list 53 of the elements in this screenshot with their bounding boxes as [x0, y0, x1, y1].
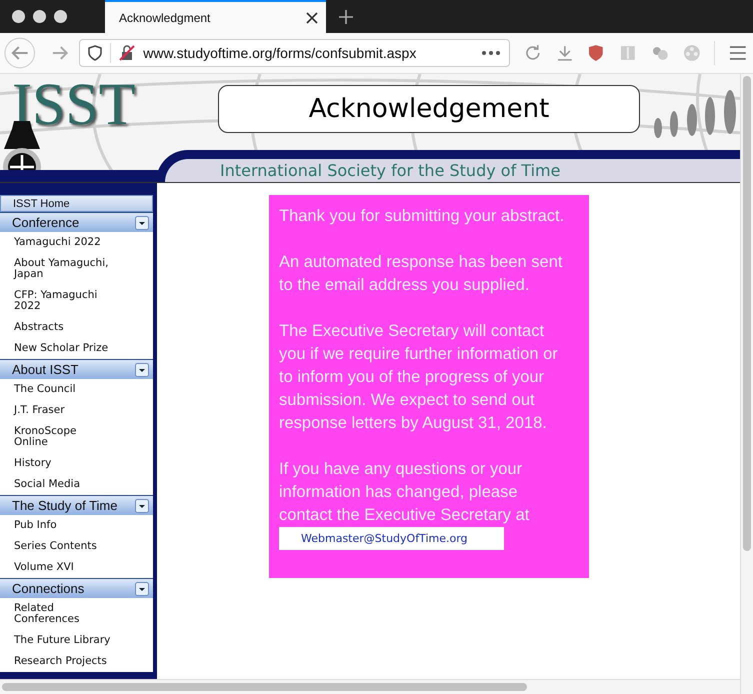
download-icon[interactable]: [556, 44, 574, 62]
more-icon[interactable]: [480, 50, 501, 56]
dropdown-icon[interactable]: [135, 216, 149, 230]
window-close-button[interactable]: [12, 10, 25, 23]
message-text: The Executive Secretary will contact you if we require further information or to inform you of the progress of your submission. We expect to send out response letters by August 31, 2018.: [279, 321, 559, 434]
site-subtitle: International Society for the Study of Time: [220, 161, 560, 180]
dropdown-icon[interactable]: [135, 582, 149, 596]
shield-icon[interactable]: [88, 45, 102, 61]
section-header[interactable]: About ISST: [0, 359, 153, 380]
nav-link[interactable]: History: [0, 453, 153, 474]
section-header[interactable]: The Study of Time: [0, 495, 153, 516]
nav-link[interactable]: CFP: Yamaguchi 2022: [0, 285, 153, 318]
nav-link[interactable]: New Scholar Prize: [0, 338, 153, 360]
site-logo[interactable]: ISST: [12, 74, 136, 134]
address-bar[interactable]: www.studyoftime.org/forms/confsubmit.aspx: [79, 39, 510, 67]
section-title[interactable]: Connections: [12, 581, 84, 596]
nav-link[interactable]: The Future Library: [0, 630, 153, 652]
nav-link[interactable]: The Council: [0, 379, 153, 400]
nav-link[interactable]: Social Media: [0, 474, 153, 496]
dropdown-icon[interactable]: [135, 362, 149, 377]
window-zoom-button[interactable]: [54, 10, 67, 23]
nav-link[interactable]: Related Conferences: [0, 598, 153, 630]
insecure-lock-icon[interactable]: [119, 45, 136, 61]
section-header[interactable]: Connections: [0, 578, 153, 598]
nav-link[interactable]: Volume XVI: [0, 557, 153, 578]
section-title[interactable]: About ISST: [12, 362, 78, 378]
nav-link[interactable]: Research Projects: [0, 651, 153, 672]
reload-icon[interactable]: [524, 44, 542, 62]
nav-link[interactable]: KronoScope Online: [0, 421, 153, 454]
browser-tab[interactable]: Acknowledgment: [105, 0, 326, 33]
new-tab-icon[interactable]: [338, 8, 354, 24]
nav-link[interactable]: Series Contents: [0, 536, 153, 558]
message-text: Thank you for submitting your abstract.: [279, 206, 566, 227]
message-text: An automated response has been sent to the email address you supplied.: [279, 252, 564, 296]
page-heading: Acknowledgement: [218, 85, 640, 133]
close-icon[interactable]: [306, 12, 318, 24]
window-minimize-button[interactable]: [33, 10, 46, 23]
message-text: If you have any questions or your information has changed, please contact the Executive Secretary at: [279, 459, 530, 526]
section-header[interactable]: Conference: [0, 212, 153, 232]
nav-link[interactable]: About Yamaguchi, Japan: [0, 253, 153, 286]
horizontal-scrollbar[interactable]: [0, 679, 740, 694]
section-title[interactable]: Conference: [12, 215, 80, 230]
section-title[interactable]: The Study of Time: [12, 498, 118, 514]
back-icon[interactable]: [4, 37, 36, 69]
vertical-scrollbar[interactable]: [740, 74, 753, 694]
nav-link[interactable]: Pub Info: [0, 515, 153, 536]
home-link[interactable]: ISST Home: [0, 195, 153, 212]
nav-link[interactable]: Abstracts: [0, 317, 153, 338]
menu-icon[interactable]: [729, 46, 748, 60]
shield-extension-icon[interactable]: [587, 44, 606, 62]
dropdown-icon[interactable]: [135, 498, 149, 513]
nav-link[interactable]: Yamaguchi 2022: [0, 232, 153, 254]
nav-link[interactable]: J.T. Fraser: [0, 400, 153, 422]
